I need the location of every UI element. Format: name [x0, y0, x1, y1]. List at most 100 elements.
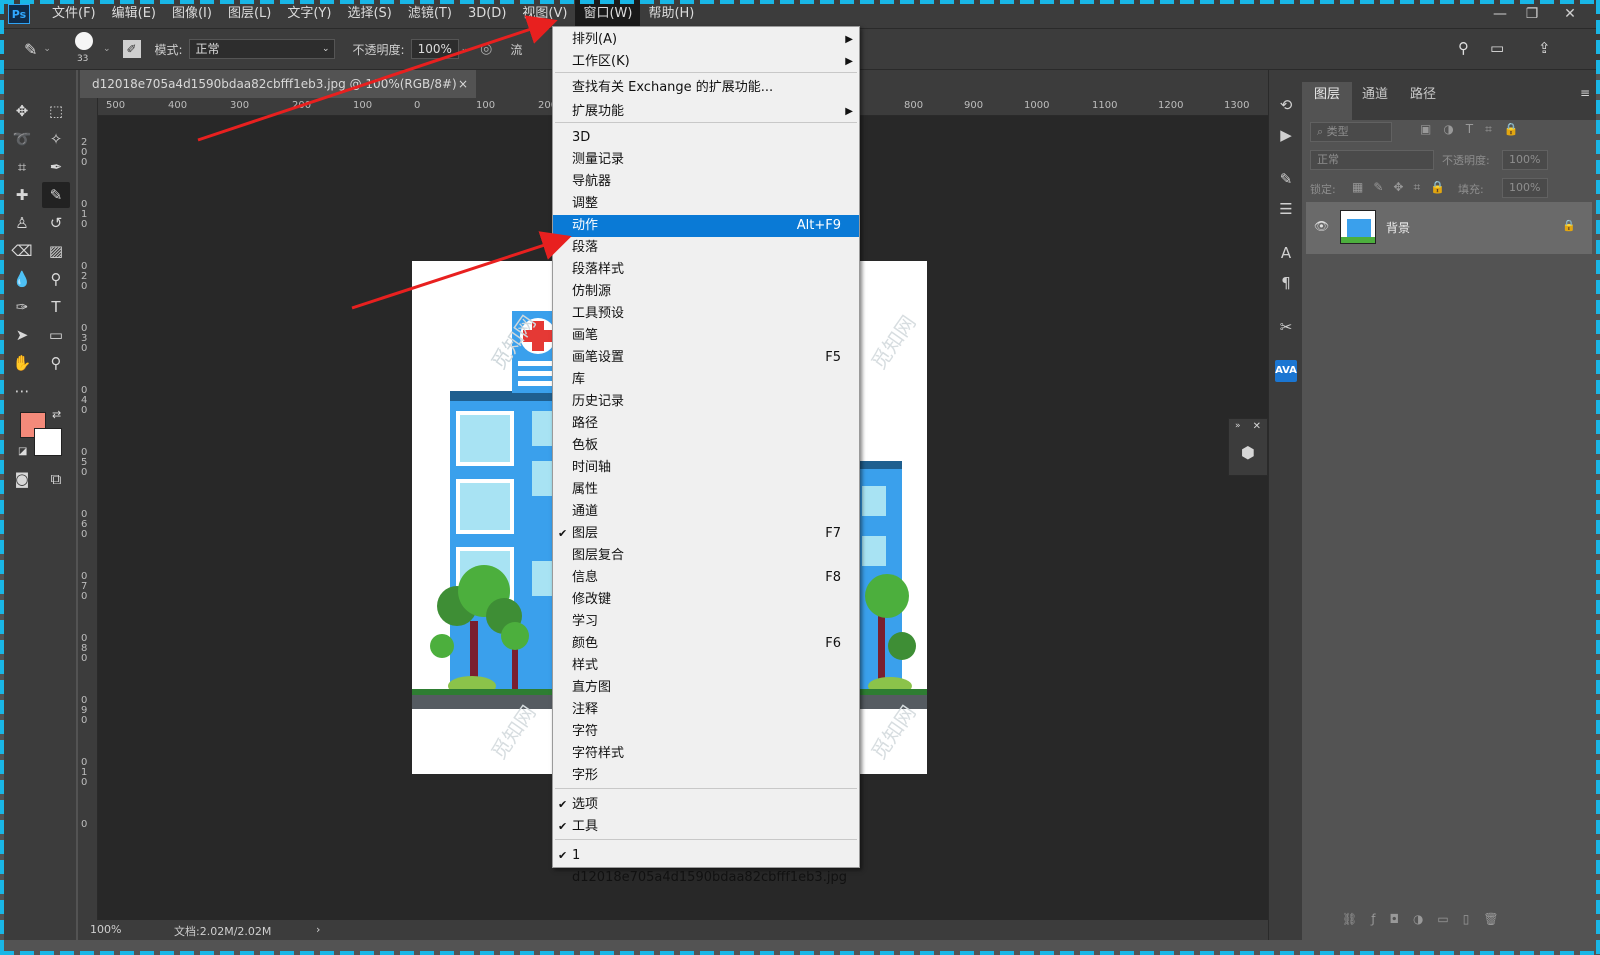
window-menu-item[interactable]: 调整 [553, 193, 859, 215]
healing-brush-tool-icon[interactable]: ✚ [8, 182, 36, 208]
window-menu-item[interactable]: ✔ 1 d12018e705a4d1590bdaa82cbfff1eb3.jpg [553, 845, 859, 885]
menu-image[interactable]: 图像(I) [164, 0, 220, 28]
eyedropper-tool-icon[interactable]: ✒ [42, 154, 70, 180]
pressure-opacity-icon[interactable]: ◎ [480, 41, 492, 57]
window-menu-item[interactable]: 库 [553, 369, 859, 391]
window-menu-item[interactable]: 字符样式 [553, 743, 859, 765]
window-menu-item[interactable]: 排列(A) ▶ [553, 29, 859, 51]
window-menu-item[interactable]: 查找有关 Exchange 的扩展功能... [553, 77, 859, 99]
opacity-input[interactable]: 100% [410, 39, 459, 59]
menu-edit[interactable]: 编辑(E) [104, 0, 164, 28]
gradient-tool-icon[interactable]: ▨ [42, 238, 70, 264]
brush-panel-toggle-icon[interactable]: ✐ [122, 40, 141, 58]
window-menu-item[interactable]: 动作 Alt+F9 [553, 215, 859, 237]
search-icon[interactable]: ⚲ [1458, 39, 1469, 57]
quick-select-tool-icon[interactable]: ✧ [42, 126, 70, 152]
more-tools-icon[interactable]: ⋯ [8, 378, 36, 404]
tab-layers[interactable]: 图层 [1302, 82, 1353, 120]
minimize-icon[interactable]: — [1484, 0, 1516, 28]
window-menu-item[interactable]: 扩展功能 ▶ [553, 101, 859, 123]
screen-mode-icon[interactable]: ⧉ [42, 466, 70, 492]
window-menu-item[interactable]: 仿制源 [553, 281, 859, 303]
blur-tool-icon[interactable]: 💧 [8, 266, 36, 292]
layer-filter-icons[interactable]: ▣◑T⌗🔒 [1420, 122, 1531, 137]
tab-channels[interactable]: 通道 [1350, 82, 1400, 120]
character-panel-icon[interactable]: A [1275, 242, 1297, 264]
menu-view[interactable]: 视图(V) [514, 0, 575, 28]
window-menu-item[interactable]: 路径 [553, 413, 859, 435]
window-menu-item[interactable]: 注释 [553, 699, 859, 721]
background-color-swatch[interactable] [34, 428, 62, 456]
paragraph-panel-icon[interactable]: ¶ [1275, 272, 1297, 294]
window-menu-item[interactable]: 画笔 [553, 325, 859, 347]
swap-colors-icon[interactable]: ⇄ [52, 408, 61, 421]
window-menu-item[interactable]: 颜色 F6 [553, 633, 859, 655]
window-menu-item[interactable]: 工具预设 [553, 303, 859, 325]
crop-tool-icon[interactable]: ⌗ [8, 154, 36, 180]
window-menu-item[interactable]: 历史记录 [553, 391, 859, 413]
window-menu-item[interactable]: 字符 [553, 721, 859, 743]
layer-opacity-input[interactable]: 100% [1502, 150, 1548, 170]
close-icon[interactable]: ✕ [1253, 421, 1261, 432]
lock-icons[interactable]: ▦✎✥⌗🔒 [1352, 180, 1455, 195]
window-menu-item[interactable]: 时间轴 [553, 457, 859, 479]
quick-mask-icon[interactable]: ◙ [8, 466, 36, 492]
clone-stamp-tool-icon[interactable]: ♙ [8, 210, 36, 236]
eye-visibility-icon[interactable]: 👁 [1314, 219, 1329, 233]
workspace-icon[interactable]: ▭ [1490, 39, 1504, 57]
type-tool-icon[interactable]: T [42, 294, 70, 320]
menu-window[interactable]: 窗口(W) [575, 0, 641, 28]
layers-footer-icons[interactable]: ⛓ƒ◘◑▭▯🗑 [1342, 912, 1513, 926]
restore-icon[interactable]: ❐ [1516, 0, 1548, 28]
3d-panel-icon[interactable]: ⬢ [1241, 443, 1255, 462]
brush-tool-icon[interactable]: ✎ [24, 40, 37, 59]
window-menu-item[interactable]: 导航器 [553, 171, 859, 193]
window-menu-item[interactable]: 通道 [553, 501, 859, 523]
expand-icon[interactable]: » [1235, 421, 1241, 431]
rectangle-tool-icon[interactable]: ▭ [42, 322, 70, 348]
window-menu-item[interactable]: 3D [553, 127, 859, 149]
menu-file[interactable]: 文件(F) [44, 0, 104, 28]
pen-tool-icon[interactable]: ✑ [8, 294, 36, 320]
window-menu-item[interactable]: ✔ 图层 F7 [553, 523, 859, 545]
brush-chevron-icon[interactable]: ⌄ [103, 44, 111, 54]
window-menu-item[interactable]: 学习 [553, 611, 859, 633]
close-tab-icon[interactable]: × [458, 70, 468, 98]
path-select-tool-icon[interactable]: ➤ [8, 322, 36, 348]
brush-preset-picker[interactable]: 33 [74, 32, 99, 66]
window-menu-item[interactable]: 色板 [553, 435, 859, 457]
ava-extension-icon[interactable]: AVA [1275, 360, 1297, 382]
adjustments-icon[interactable]: ☰ [1275, 198, 1297, 220]
fill-input[interactable]: 100% [1502, 178, 1548, 198]
window-menu-item[interactable]: 修改键 [553, 589, 859, 611]
menu-3d[interactable]: 3D(D) [460, 0, 514, 28]
brush-tool-icon[interactable]: ✎ [42, 182, 70, 208]
menu-select[interactable]: 选择(S) [339, 0, 399, 28]
window-menu-item[interactable]: 字形 [553, 765, 859, 787]
zoom-level[interactable]: 100% [90, 923, 121, 936]
dodge-tool-icon[interactable]: ⚲ [42, 266, 70, 292]
window-menu-item[interactable]: 段落样式 [553, 259, 859, 281]
history-brush-tool-icon[interactable]: ↺ [42, 210, 70, 236]
zoom-tool-icon[interactable]: ⚲ [42, 350, 70, 376]
window-menu-item[interactable]: 图层复合 [553, 545, 859, 567]
menu-layer[interactable]: 图层(L) [220, 0, 279, 28]
move-tool-icon[interactable]: ✥ [8, 98, 36, 124]
window-menu-item[interactable]: 画笔设置 F5 [553, 347, 859, 369]
panel-menu-icon[interactable]: ≡ [1580, 86, 1590, 100]
tool-preset-chevron-icon[interactable]: ⌄ [43, 44, 51, 54]
window-menu-item[interactable]: 属性 [553, 479, 859, 501]
window-menu-item[interactable]: ✔ 工具 [553, 816, 859, 838]
history-panel-icon[interactable]: ⟲ [1275, 94, 1297, 116]
window-menu-item[interactable]: 段落 [553, 237, 859, 259]
menu-type[interactable]: 文字(Y) [279, 0, 339, 28]
blend-mode-select[interactable]: 正常 [1310, 150, 1434, 170]
hand-tool-icon[interactable]: ✋ [8, 350, 36, 376]
status-chevron-icon[interactable]: › [316, 923, 320, 936]
document-tab[interactable]: d12018e705a4d1590bdaa82cbfff1eb3.jpg @ 1… [80, 70, 476, 98]
menu-filter[interactable]: 滤镜(T) [400, 0, 460, 28]
layer-filter-select[interactable]: ⌕ 类型 [1310, 122, 1392, 142]
window-menu-item[interactable]: 样式 [553, 655, 859, 677]
window-menu-item[interactable]: ✔ 选项 [553, 794, 859, 816]
share-icon[interactable]: ⇪ [1538, 39, 1551, 57]
